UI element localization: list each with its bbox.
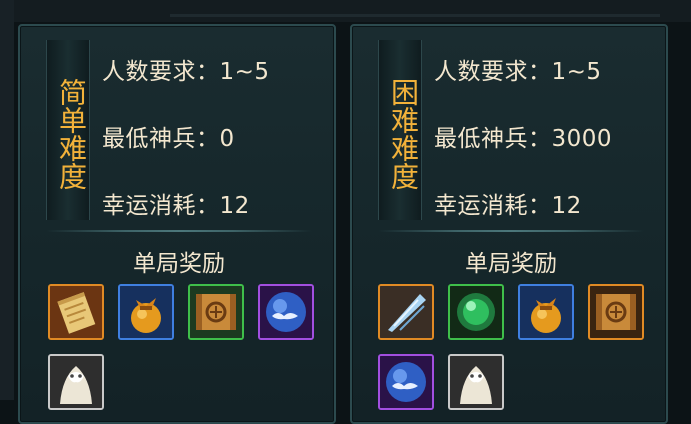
rune-scroll-icon xyxy=(590,286,642,338)
treasure-bag-icon xyxy=(520,286,572,338)
reward-item-cloud-orb[interactable] xyxy=(258,284,314,340)
hard-difficulty-panel[interactable]: 困难难度 人数要求：1~5 最低神兵：3000 幸运消耗：12 单局奖励 xyxy=(350,24,668,424)
reward-item-treasure-bag[interactable] xyxy=(118,284,174,340)
min-power-requirement: 最低神兵：3000 xyxy=(434,126,613,152)
difficulty-tag: 困难难度 xyxy=(378,40,422,220)
reward-item-cloud-orb[interactable] xyxy=(378,354,434,410)
reward-item-scroll[interactable] xyxy=(48,284,104,340)
difficulty-label: 简单难度 xyxy=(55,78,88,190)
reward-item-rune-scroll[interactable] xyxy=(588,284,644,340)
cloud-orb-icon xyxy=(260,286,312,338)
reward-title: 单局奖励 xyxy=(133,251,225,277)
reward-item-white-beast[interactable] xyxy=(448,354,504,410)
top-background-strip xyxy=(0,0,691,22)
cloud-orb-icon xyxy=(380,356,432,408)
min-power-requirement: 最低神兵：0 xyxy=(102,126,235,152)
luck-cost: 幸运消耗：12 xyxy=(434,193,582,219)
difficulty-label: 困难难度 xyxy=(387,78,420,190)
player-requirement: 人数要求：1~5 xyxy=(434,59,602,85)
white-beast-icon xyxy=(50,356,102,408)
white-beast-icon xyxy=(450,356,502,408)
divider xyxy=(378,230,644,232)
easy-difficulty-panel[interactable]: 简单难度 人数要求：1~5 最低神兵：0 幸运消耗：12 单局奖励 xyxy=(18,24,336,424)
luck-cost: 幸运消耗：12 xyxy=(102,193,250,219)
reward-item-rune-scroll[interactable] xyxy=(188,284,244,340)
difficulty-tag: 简单难度 xyxy=(46,40,90,220)
reward-item-feather-blade[interactable] xyxy=(378,284,434,340)
player-requirement: 人数要求：1~5 xyxy=(102,59,270,85)
reward-item-green-orb[interactable] xyxy=(448,284,504,340)
reward-item-treasure-bag[interactable] xyxy=(518,284,574,340)
feather-blade-icon xyxy=(380,286,432,338)
reward-title: 单局奖励 xyxy=(465,251,557,277)
scroll-icon xyxy=(50,286,102,338)
treasure-bag-icon xyxy=(120,286,172,338)
left-background-edge xyxy=(0,0,14,400)
green-orb-icon xyxy=(450,286,502,338)
divider xyxy=(46,230,312,232)
rune-scroll-icon xyxy=(190,286,242,338)
reward-item-white-beast[interactable] xyxy=(48,354,104,410)
